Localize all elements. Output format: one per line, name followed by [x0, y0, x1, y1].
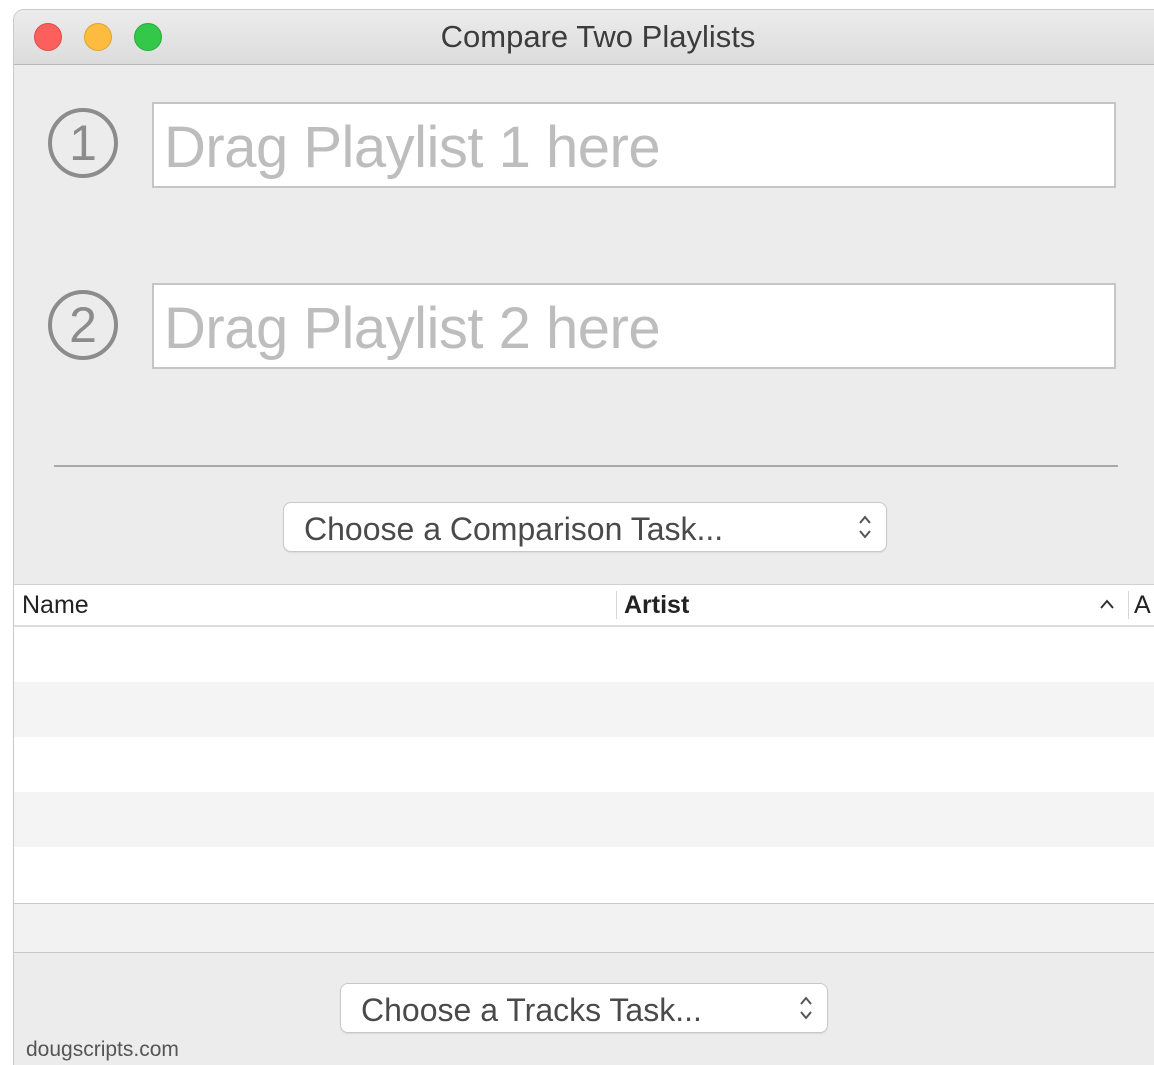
title-bar[interactable]: Compare Two Playlists	[14, 10, 1154, 65]
comparison-task-popup[interactable]: Choose a Comparison Task...	[283, 502, 887, 552]
window-title: Compare Two Playlists	[440, 19, 756, 54]
credit-text: dougscripts.com	[26, 1038, 179, 1061]
playlist-1-number-icon: 1	[48, 108, 118, 178]
chevron-updown-icon	[795, 991, 817, 1025]
table-row[interactable]	[14, 737, 1154, 792]
column-separator[interactable]	[1128, 591, 1129, 619]
divider	[54, 465, 1118, 467]
table-footer-bar	[14, 903, 1154, 953]
table-row[interactable]	[14, 792, 1154, 847]
table-row[interactable]	[14, 682, 1154, 737]
tracks-task-label: Choose a Tracks Task...	[361, 992, 702, 1028]
chevron-updown-icon	[854, 510, 876, 544]
playlist-2-placeholder: Drag Playlist 2 here	[164, 296, 661, 361]
column-header-artist[interactable]: Artist	[624, 591, 689, 620]
table-row[interactable]	[14, 627, 1154, 682]
tracks-table[interactable]: Name Artist A	[14, 584, 1154, 953]
comparison-task-label: Choose a Comparison Task...	[304, 511, 724, 547]
main-window: Compare Two Playlists 1 Drag Playlist 1 …	[14, 10, 1154, 1065]
column-header-album[interactable]: A	[1134, 591, 1151, 620]
playlist-1-placeholder: Drag Playlist 1 here	[164, 115, 661, 180]
table-header: Name Artist A	[14, 585, 1154, 627]
column-header-name[interactable]: Name	[22, 591, 89, 620]
playlist-1-drop-field[interactable]: Drag Playlist 1 here	[152, 102, 1116, 188]
playlist-2-drop-field[interactable]: Drag Playlist 2 here	[152, 283, 1116, 369]
tracks-task-popup[interactable]: Choose a Tracks Task...	[340, 983, 828, 1033]
table-row[interactable]	[14, 847, 1154, 902]
sort-ascending-icon	[1098, 597, 1116, 616]
column-separator[interactable]	[616, 591, 617, 619]
playlist-2-number-icon: 2	[48, 290, 118, 360]
